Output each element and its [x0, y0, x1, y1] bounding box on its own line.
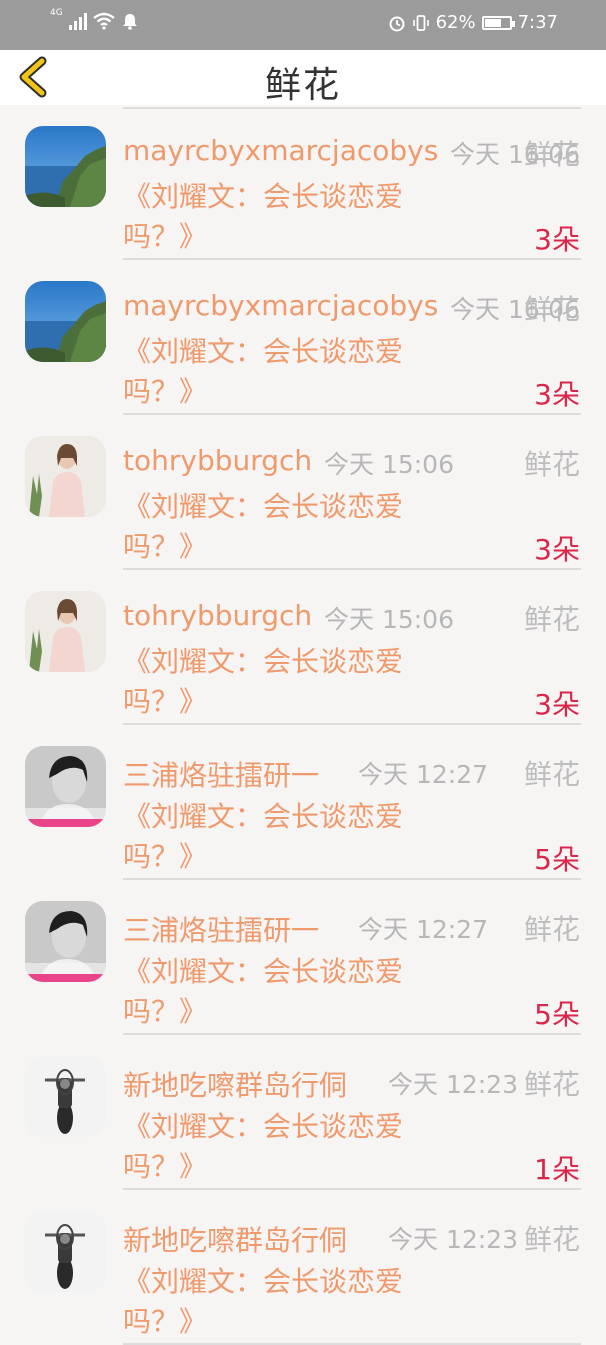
gift-type-label: 鲜花: [523, 1223, 580, 1256]
sender-name[interactable]: mayrcbyxmarcjacobys: [123, 289, 438, 322]
flower-count: 1朵: [534, 1153, 580, 1186]
list-item[interactable]: mayrcbyxmarcjacobys 今天 16:06 鲜花 《刘耀文：会长谈恋爱吗…: [0, 260, 606, 415]
gift-type-label: 鲜花: [523, 1068, 580, 1101]
flower-count: 3朵: [534, 533, 580, 566]
signal-icon: [68, 12, 87, 30]
notification-bell-icon: [122, 14, 137, 30]
work-title[interactable]: 《刘耀文：会长谈恋爱吗？》: [123, 177, 443, 257]
timestamp: 今天 15:06: [324, 450, 454, 479]
work-title[interactable]: 《刘耀文：会长谈恋爱吗？》: [123, 952, 443, 1032]
avatar[interactable]: [25, 901, 106, 982]
gift-type-label: 鲜花: [523, 603, 580, 636]
list-item[interactable]: tohrybburgch 今天 15:06 鲜花《刘耀文：会长谈恋爱吗？》 3朵: [0, 570, 606, 725]
avatar[interactable]: [25, 746, 106, 827]
gift-type-label: 鲜花: [523, 758, 580, 791]
list-item[interactable]: mayrcbyxmarcjacobys 今天 16:06 鲜花 《刘耀文：会长谈恋爱吗…: [0, 105, 606, 260]
list-item[interactable]: tohrybburgch 今天 15:06 鲜花《刘耀文：会长谈恋爱吗？》 3朵: [0, 415, 606, 570]
work-title[interactable]: 《刘耀文：会长谈恋爱吗？》: [123, 1107, 443, 1187]
sender-name[interactable]: tohrybburgch: [123, 444, 312, 477]
sender-name[interactable]: 新地吃嚓群岛行侗: [123, 1064, 347, 1104]
clock: 7:37: [517, 12, 558, 33]
list-item[interactable]: 新地吃嚓群岛行侗 今天 12:23 鲜花《刘耀文：会长谈恋爱吗？》: [0, 1190, 606, 1345]
avatar[interactable]: [25, 1056, 106, 1137]
list-item[interactable]: 三浦烙驻擂研一 今天 12:27 鲜花《刘耀文：会长谈恋爱吗？》 5朵: [0, 880, 606, 1035]
sender-name[interactable]: tohrybburgch: [123, 599, 312, 632]
vibrate-icon: [412, 14, 429, 31]
work-title[interactable]: 《刘耀文：会长谈恋爱吗？》: [123, 487, 443, 567]
status-right: 62% 7:37: [388, 12, 558, 33]
gift-type-label: 鲜花: [523, 448, 580, 481]
sender-name[interactable]: mayrcbyxmarcjacobys: [123, 134, 438, 167]
network-type: 4G: [50, 8, 63, 18]
status-left: 4G: [50, 8, 139, 30]
flower-count: 5朵: [534, 843, 580, 876]
timestamp: 今天 12:23: [388, 1225, 518, 1254]
work-title[interactable]: 《刘耀文：会长谈恋爱吗？》: [123, 642, 443, 722]
avatar[interactable]: [25, 281, 106, 362]
list-item[interactable]: 新地吃嚓群岛行侗 今天 12:23 鲜花《刘耀文：会长谈恋爱吗？》 1朵: [0, 1035, 606, 1190]
avatar[interactable]: [25, 436, 106, 517]
battery-percent: 62%: [435, 12, 476, 33]
avatar[interactable]: [25, 126, 106, 207]
gift-type-label: 鲜花: [523, 913, 580, 946]
page-title: 鲜花: [264, 65, 341, 106]
avatar[interactable]: [25, 591, 106, 672]
wifi-icon: [92, 12, 115, 30]
gift-type-label: 鲜花: [523, 138, 580, 171]
sender-name[interactable]: 新地吃嚓群岛行侗: [123, 1219, 347, 1259]
flower-count: 5朵: [534, 998, 580, 1031]
work-title[interactable]: 《刘耀文：会长谈恋爱吗？》: [123, 1262, 443, 1342]
status-bar: 4G 62% 7:37: [0, 0, 606, 50]
timestamp: 今天 12:23: [388, 1070, 518, 1099]
flower-count: 3朵: [534, 688, 580, 721]
flower-count: 3朵: [534, 378, 580, 411]
alarm-icon: [389, 16, 405, 31]
app-header: 鲜花: [0, 50, 606, 106]
gift-type-label: 鲜花: [523, 293, 580, 326]
sender-name[interactable]: 三浦烙驻擂研一: [123, 754, 319, 794]
timestamp: 今天 15:06: [324, 605, 454, 634]
sender-name[interactable]: 三浦烙驻擂研一: [123, 909, 319, 949]
battery-icon: [481, 15, 515, 30]
work-title[interactable]: 《刘耀文：会长谈恋爱吗？》: [123, 332, 443, 412]
work-title[interactable]: 《刘耀文：会长谈恋爱吗？》: [123, 797, 443, 877]
flower-count: 3朵: [534, 223, 580, 256]
list-item[interactable]: 三浦烙驻擂研一 今天 12:27 鲜花《刘耀文：会长谈恋爱吗？》 5朵: [0, 725, 606, 880]
timestamp: 今天 12:27: [358, 760, 488, 789]
timestamp: 今天 12:27: [358, 915, 488, 944]
